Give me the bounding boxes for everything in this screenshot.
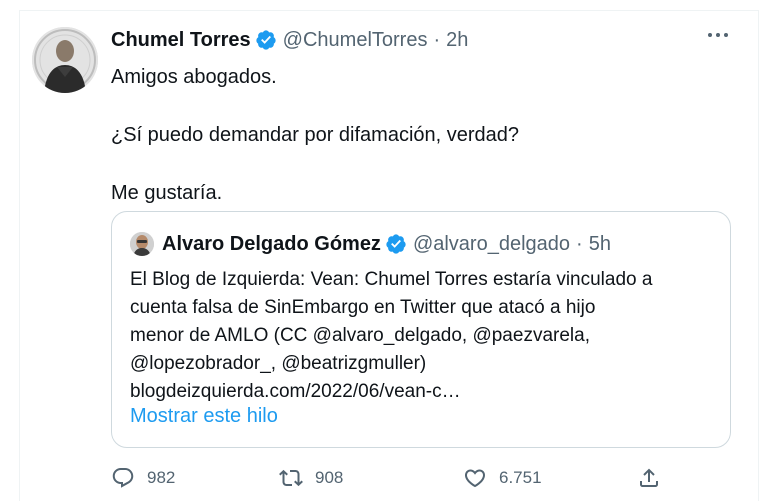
reply-icon	[111, 466, 135, 490]
retweet-icon	[279, 466, 303, 490]
heart-icon	[463, 466, 487, 490]
share-icon	[637, 466, 661, 490]
retweet-button[interactable]: 908	[279, 466, 343, 490]
quoted-tweet-timestamp: 5h	[588, 232, 611, 255]
tweet-line: Me gustaría.	[111, 182, 223, 204]
like-button[interactable]: 6.751	[463, 466, 542, 490]
separator-dot: ·	[576, 232, 583, 255]
quoted-tweet-line: El Blog de Izquierda: Vean: Chumel Torre…	[130, 269, 653, 290]
show-thread-link[interactable]: Mostrar este hilo	[130, 405, 278, 428]
separator-dot: ·	[433, 28, 441, 51]
tweet-line: Amigos abogados.	[111, 66, 277, 88]
quoted-tweet-line: menor de AMLO (CC @alvaro_delgado, @paez…	[130, 325, 590, 346]
share-button[interactable]	[637, 466, 661, 490]
retweet-count: 908	[315, 468, 344, 487]
like-count: 6.751	[499, 468, 542, 487]
quoted-author-handle: @alvaro_delgado	[412, 232, 571, 255]
reply-button[interactable]: 982	[111, 466, 175, 490]
author-avatar[interactable]	[32, 27, 98, 93]
verified-badge-icon	[255, 29, 277, 51]
quoted-author-name: Alvaro Delgado Gómez	[162, 232, 381, 255]
tweet-timestamp[interactable]: 2h	[446, 29, 468, 52]
more-icon[interactable]	[708, 33, 728, 37]
verified-badge-icon	[385, 233, 407, 255]
reply-count: 982	[147, 468, 176, 487]
author-handle[interactable]: @ChumelTorres	[283, 29, 428, 52]
quoted-tweet[interactable]: Alvaro Delgado Gómez @alvaro_delgado · 5…	[111, 211, 731, 448]
tweet[interactable]: Chumel Torres @ChumelTorres · 2h Amigos …	[20, 11, 758, 501]
quoted-tweet-line: blogdeizquierda.com/2022/06/vean-c…	[130, 381, 461, 402]
quoted-author-avatar	[130, 232, 154, 256]
tweet-header: Chumel Torres @ChumelTorres · 2h	[111, 28, 468, 52]
tweet-text: Amigos abogados. ¿Sí puedo demandar por …	[111, 63, 519, 207]
tweet-actions: 982 908 6.751	[111, 466, 671, 496]
tweet-line: ¿Sí puedo demandar por difamación, verda…	[111, 124, 520, 146]
quoted-tweet-text: El Blog de Izquierda: Vean: Chumel Torre…	[130, 266, 720, 406]
author-name[interactable]: Chumel Torres	[111, 29, 251, 52]
quoted-tweet-line: cuenta falsa de SinEmbargo en Twitter qu…	[130, 297, 596, 318]
quoted-tweet-header: Alvaro Delgado Gómez @alvaro_delgado · 5…	[130, 232, 611, 256]
quoted-tweet-line: @lopezobrador_, @beatrizgmuller)	[130, 353, 427, 374]
